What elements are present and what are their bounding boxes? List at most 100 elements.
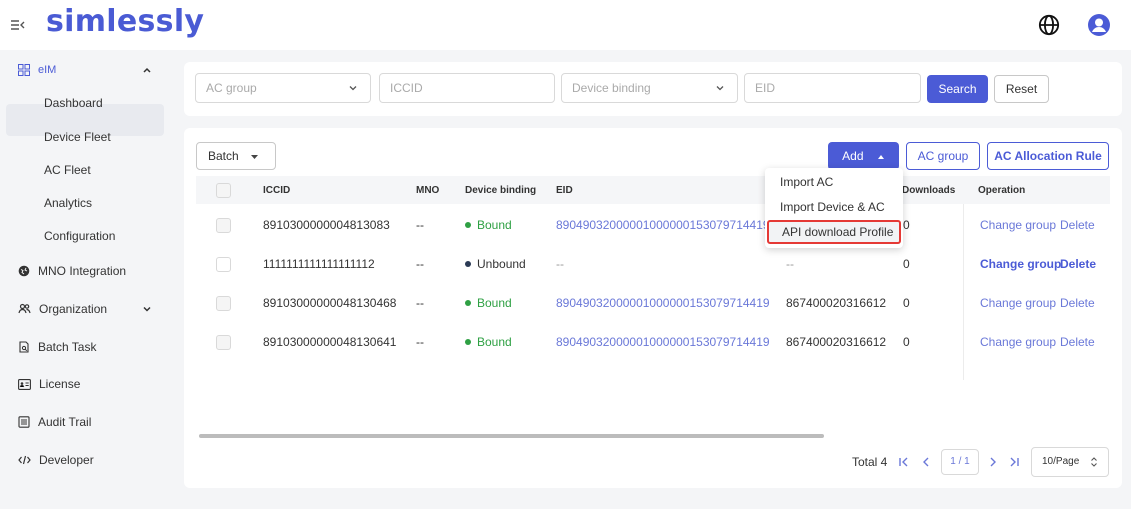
delete-link[interactable]: Delete: [1060, 218, 1095, 232]
binding-label: Bound: [477, 296, 512, 310]
delete-link[interactable]: Delete: [1060, 335, 1095, 349]
header-downloads[interactable]: Downloads: [902, 185, 955, 196]
header-operation: Operation: [978, 185, 1026, 196]
sidebar-item-license[interactable]: License: [18, 374, 80, 394]
first-page-icon[interactable]: [898, 456, 910, 468]
change-group-link[interactable]: Change group: [980, 257, 1061, 271]
iccid-input[interactable]: ICCID: [379, 73, 555, 103]
search-button[interactable]: Search: [927, 75, 988, 103]
user-avatar-icon[interactable]: [1087, 13, 1111, 37]
cell-eid: --: [556, 257, 564, 271]
cell-imei: --: [786, 257, 794, 271]
batch-label: Batch: [208, 149, 239, 163]
prev-page-icon[interactable]: [920, 456, 932, 468]
chevron-up-icon[interactable]: [142, 65, 152, 75]
status-dot-icon: [465, 260, 471, 267]
sort-chevrons-icon: [1091, 457, 1097, 467]
sidebar-item-audit-trail[interactable]: Audit Trail: [18, 412, 91, 432]
cell-iccid: 89103000000048130468: [263, 296, 397, 310]
caret-up-icon: [877, 155, 884, 159]
add-label: Add: [842, 149, 864, 163]
eid-input[interactable]: EID: [744, 73, 921, 103]
grid-icon: [18, 64, 30, 76]
header-eid[interactable]: EID: [556, 185, 573, 196]
delete-link[interactable]: Delete: [1060, 257, 1096, 271]
sidebar-item-device-fleet[interactable]: Device Fleet: [44, 127, 111, 147]
cell-mno: --: [416, 257, 424, 271]
chevron-down-icon: [716, 86, 724, 91]
sidebar-item-developer[interactable]: Developer: [18, 450, 94, 470]
next-page-icon[interactable]: [987, 456, 999, 468]
sidebar-group-eim[interactable]: eIM: [18, 60, 56, 80]
ac-group-select[interactable]: AC group: [195, 73, 371, 103]
menu-item-api-download-profile[interactable]: API download Profile: [767, 220, 901, 244]
menu-item-import-device-ac[interactable]: Import Device & AC: [767, 195, 901, 219]
change-group-link[interactable]: Change group: [980, 335, 1056, 349]
row-checkbox[interactable]: [216, 335, 231, 350]
delete-link[interactable]: Delete: [1060, 296, 1095, 310]
ac-group-placeholder: AC group: [206, 81, 257, 95]
sidebar-item-label: Batch Task: [38, 340, 97, 354]
operation-column-divider: [963, 204, 964, 380]
cell-mno: --: [416, 296, 424, 310]
brand-logo[interactable]: simlessly: [46, 4, 204, 39]
sidebar-item-label: License: [39, 377, 81, 391]
sidebar-item-dashboard[interactable]: Dashboard: [44, 93, 103, 113]
iccid-placeholder: ICCID: [390, 81, 423, 95]
pagination-total: Total 4: [852, 455, 888, 469]
cell-iccid: 89103000000048130641: [263, 335, 397, 349]
change-group-link[interactable]: Change group: [980, 296, 1056, 310]
menu-item-import-ac[interactable]: Import AC: [767, 170, 901, 194]
sidebar-item-label: Developer: [39, 453, 94, 467]
sidebar-group-label: eIM: [38, 64, 57, 76]
globe-icon[interactable]: [1038, 14, 1060, 36]
row-checkbox[interactable]: [216, 257, 231, 272]
add-button[interactable]: Add: [828, 142, 899, 170]
reset-button[interactable]: Reset: [994, 75, 1049, 103]
device-binding-select[interactable]: Device binding: [561, 73, 738, 103]
caret-down-icon: [251, 155, 259, 159]
header-iccid[interactable]: ICCID: [263, 185, 290, 196]
sidebar-item-analytics[interactable]: Analytics: [44, 193, 92, 213]
row-checkbox[interactable]: [216, 296, 231, 311]
header-mno[interactable]: MNO: [416, 185, 439, 196]
document-search-icon: [19, 341, 29, 353]
add-dropdown-menu: Import AC Import Device & AC API downloa…: [765, 168, 903, 248]
sidebar-item-mno-integration[interactable]: MNO Integration: [18, 261, 126, 281]
select-all-checkbox[interactable]: [216, 183, 231, 198]
cell-binding: Bound: [465, 335, 512, 349]
horizontal-scrollbar[interactable]: [199, 434, 824, 438]
cell-binding: Unbound: [465, 257, 526, 271]
ac-allocation-rule-button[interactable]: AC Allocation Rule: [987, 142, 1109, 170]
sidebar-item-label: MNO Integration: [38, 264, 127, 278]
sidebar-item-ac-fleet[interactable]: AC Fleet: [44, 160, 91, 180]
status-dot-icon: [465, 221, 471, 228]
ac-group-button[interactable]: AC group: [906, 142, 980, 170]
page-size-label: 10/Page: [1042, 456, 1080, 467]
cell-imei: 867400020316612: [786, 296, 887, 310]
menu-collapse-icon[interactable]: [10, 17, 26, 33]
sidebar-item-organization[interactable]: Organization: [18, 299, 107, 319]
batch-button[interactable]: Batch: [196, 142, 276, 170]
page-size-select[interactable]: 10/Page: [1031, 447, 1109, 477]
change-group-link[interactable]: Change group: [980, 218, 1056, 232]
sidebar-item-configuration[interactable]: Configuration: [44, 226, 115, 246]
cell-eid-link[interactable]: 89049032000001000000153079714419: [556, 218, 770, 232]
header-device-binding[interactable]: Device binding: [465, 185, 536, 196]
cell-mno: --: [416, 218, 424, 232]
cell-binding: Bound: [465, 296, 512, 310]
cell-eid-link[interactable]: 89049032000001000000153079714419: [556, 335, 770, 349]
last-page-icon[interactable]: [1008, 456, 1020, 468]
people-icon: [18, 303, 31, 314]
eid-placeholder: EID: [755, 81, 776, 95]
status-dot-icon: [465, 299, 471, 306]
row-checkbox[interactable]: [216, 218, 231, 233]
cell-binding: Bound: [465, 218, 512, 232]
cell-iccid: 8910300000004813083: [263, 218, 390, 232]
binding-label: Unbound: [477, 257, 526, 271]
page-indicator[interactable]: 1 / 1: [941, 449, 979, 475]
cell-eid-link[interactable]: 89049032000001000000153079714419: [556, 296, 770, 310]
chevron-down-icon[interactable]: [142, 304, 152, 314]
sidebar-item-batch-task[interactable]: Batch Task: [18, 337, 96, 357]
cell-downloads: 0: [903, 335, 910, 349]
